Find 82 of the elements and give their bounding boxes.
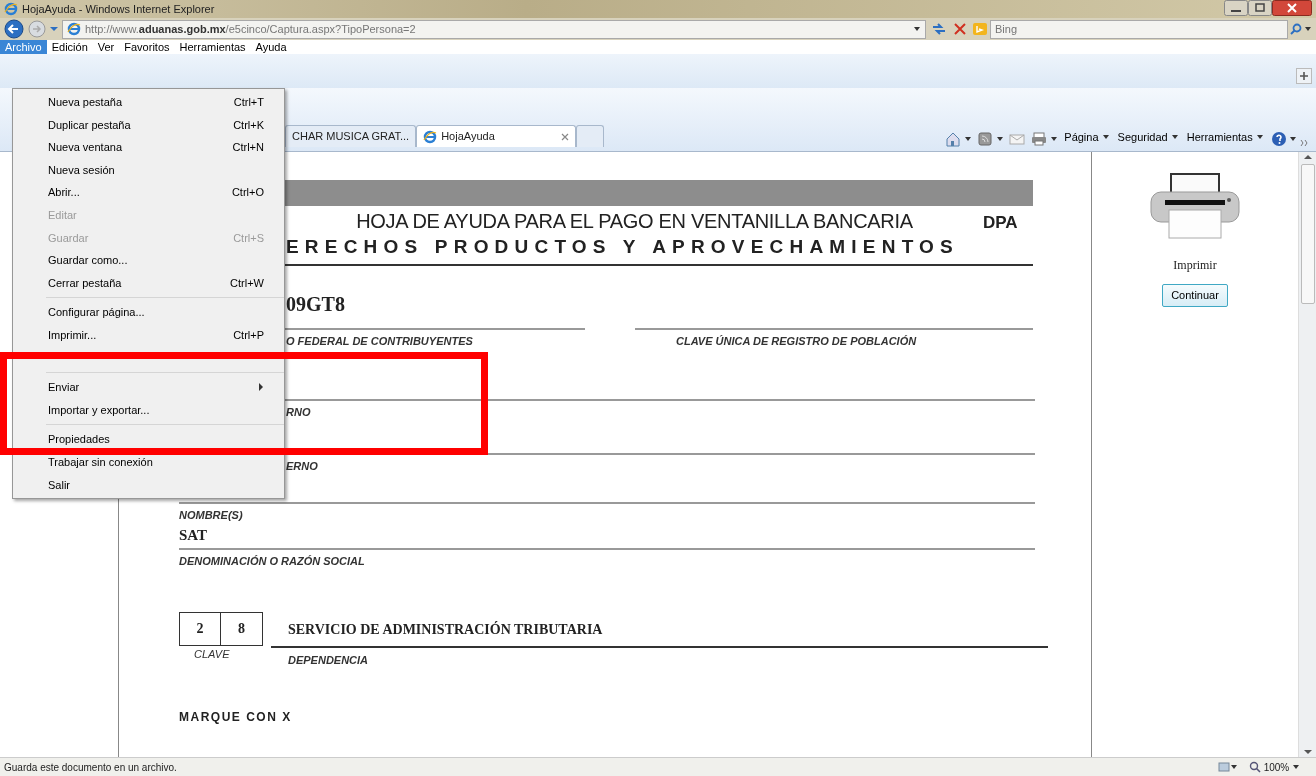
dropdown-icon[interactable] [995,135,1004,143]
menu-item[interactable]: Cerrar pestaña Ctrl+W [13,276,284,291]
command-menu[interactable]: Página [1060,127,1114,147]
menu-item[interactable]: Trabajar sin conexión [13,455,284,470]
browser-tab[interactable]: HojaAyuda [416,125,577,147]
search-engine-icon [972,22,988,36]
print-label[interactable]: Imprimir [1173,256,1217,274]
back-icon[interactable] [4,19,24,39]
dropdown-icon[interactable] [1049,135,1058,143]
new-tab-plus-icon[interactable] [1296,68,1312,84]
menu-item[interactable]: Nueva sesión [13,163,284,178]
dropdown-icon[interactable] [963,135,972,143]
menu-item[interactable]: Abrir... Ctrl+O [13,185,284,200]
dropdown-icon[interactable] [1304,25,1312,33]
close-icon[interactable] [1272,0,1312,16]
menu-item[interactable]: Duplicar pestaña Ctrl+K [13,117,284,132]
menu-item[interactable]: Enviar [13,380,284,395]
menu-item[interactable]: Propiedades [13,432,284,447]
close-tab-icon[interactable] [561,132,570,141]
field-label: DENOMINACIÓN O RAZÓN SOCIAL [179,554,365,569]
menu-item[interactable]: Ayuda [250,40,292,54]
document-title: HOJA DE AYUDA PARA EL PAGO EN VENTANILLA BANCARIA [355,209,914,233]
command-menu[interactable]: Seguridad [1113,127,1183,147]
dropdown-icon[interactable] [913,25,921,33]
minimize-icon[interactable] [1224,0,1248,16]
page-icon [423,129,438,144]
field-label: DEPENDENCIA [288,652,369,668]
menu-item[interactable]: Imprimir... Ctrl+P [13,328,284,343]
field-label: O FEDERAL DE CONTRIBUYENTES [286,333,474,349]
browser-tab[interactable]: CHAR MUSICA GRAT... [285,125,417,147]
digit-box: 2 [179,611,221,646]
scrollbar[interactable] [1298,152,1316,757]
menu-item[interactable]: Herramientas [174,40,251,54]
command-menu[interactable]: Herramientas [1182,127,1268,147]
menu-item[interactable]: Configurar página... [13,305,284,320]
stop-icon[interactable] [952,21,968,37]
help-icon[interactable] [1270,131,1287,147]
zoom-icon [1248,761,1261,773]
menu-item[interactable]: Salir [13,477,284,492]
field-label: RNO [286,405,311,420]
digit-box: 8 [221,611,263,646]
submenu-arrow-icon [258,383,264,392]
menu-item[interactable]: Ver [92,40,120,54]
printer-icon [1149,172,1241,240]
menu-item[interactable]: Importar y exportar... [13,403,284,417]
field-value: SERVICIO DE ADMINISTRACIÓN TRIBUTARIA [287,620,603,639]
restore-icon[interactable] [1248,0,1272,16]
continue-button[interactable]: Continuar [1162,284,1228,307]
status-text: Guarda este documento en un archivo. [4,760,177,775]
printer-icon[interactable] [1030,131,1047,147]
field-value: SAT [179,525,208,545]
field-label: CLAVE ÚNICA DE REGISTRO DE POBLACIÓN [676,333,917,349]
address-field[interactable]: http://www.aduanas.gob.mx/e5cinco/Captura.aspx?TipoPersona=2 [62,19,926,39]
caret-icon [1255,133,1264,141]
caret-icon [1101,133,1110,141]
field-value: 09GT8 [286,291,345,316]
menu-item[interactable]: Favoritos [119,40,175,54]
caret-icon [1170,133,1179,141]
forward-icon[interactable] [28,20,46,38]
menu-item[interactable]: Guardar como... [13,253,284,268]
browser-logo-icon [4,2,18,16]
refresh-icon[interactable] [930,21,948,37]
dropdown-icon[interactable] [1292,763,1300,771]
menu-item[interactable]: Archivo [0,40,47,54]
dropdown-icon[interactable] [1229,763,1238,771]
form-code: DPA [983,212,1019,234]
menu-item[interactable]: Nueva ventana Ctrl+N [13,140,284,155]
window-title: HojaAyuda - Windows Internet Explorer [22,1,215,17]
scrollbar-thumb[interactable] [1300,164,1315,304]
field-label: ERNO [286,458,318,474]
menu-item[interactable]: Edición [46,40,93,54]
page-icon [67,22,81,36]
field-label: NOMBRE(S) [179,508,243,523]
feeds-icon[interactable] [977,131,994,147]
field-label: CLAVE [194,646,230,662]
dropdown-icon[interactable] [1289,135,1298,143]
chevron-icon[interactable] [1300,139,1308,147]
field-label: MARQUE CON X [179,709,292,726]
document-subtitle: ERECHOS PRODUCTOS Y APROVECHAMIENTOS [286,235,959,258]
zoom-level[interactable]: 100% [1263,759,1290,775]
menu-item[interactable]: Nueva pestaña Ctrl+T [13,95,284,110]
search-field[interactable]: Bing [990,19,1288,39]
